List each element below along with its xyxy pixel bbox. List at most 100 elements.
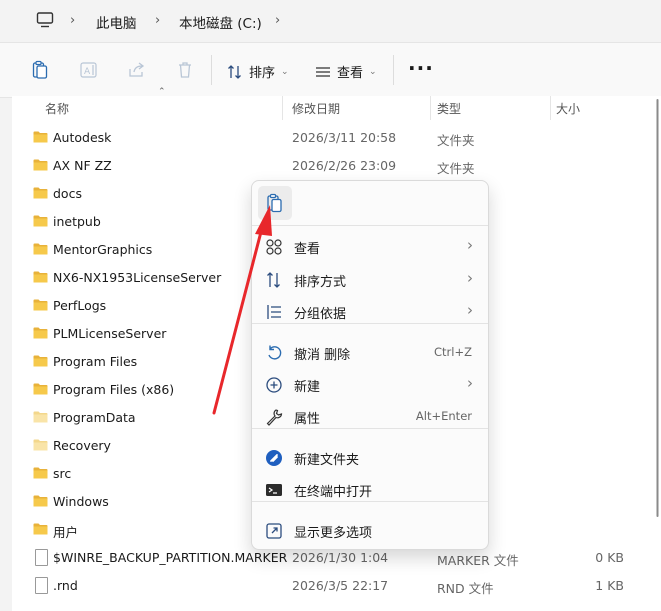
file-name: Program Files (x86): [53, 382, 175, 397]
svg-text:A: A: [84, 67, 91, 77]
column-header-date[interactable]: 修改日期: [292, 100, 340, 117]
new-folder-icon: [265, 449, 283, 467]
column-header-name[interactable]: 名称: [45, 100, 69, 117]
file-name: ProgramData: [53, 410, 136, 425]
share-icon: [129, 62, 145, 77]
folder-icon: [33, 439, 48, 451]
menu-item-label: 新建文件夹: [294, 453, 360, 468]
folder-icon: [33, 187, 48, 199]
folder-icon: [33, 131, 48, 143]
menu-item-shortcut: Alt+Enter: [415, 409, 472, 423]
sort-label: 排序: [249, 66, 276, 81]
file-date: 2026/3/11 20:58: [292, 130, 397, 145]
folder-icon: [33, 159, 48, 171]
file-name: src: [53, 466, 72, 481]
file-name: MentorGraphics: [53, 242, 153, 257]
menu-item-label: 分组依据: [294, 307, 347, 322]
chevron-right-icon: ›: [467, 374, 473, 392]
context-menu-item[interactable]: 新建文件夹: [252, 441, 488, 473]
toolbar-divider: [211, 55, 212, 85]
column-header-type[interactable]: 类型: [437, 100, 461, 117]
folder-icon: [33, 271, 48, 283]
breadcrumb-local-disk[interactable]: 本地磁盘 (C:): [179, 12, 262, 32]
grid-icon: [265, 238, 283, 256]
menu-separator: [252, 225, 488, 226]
file-name: inetpub: [53, 214, 101, 229]
file-name: PerfLogs: [53, 298, 107, 313]
see-more-button[interactable]: ···: [408, 56, 434, 80]
sort-button[interactable]: 排序 ⌄: [227, 62, 289, 81]
file-type: 文件夹: [437, 133, 475, 148]
context-menu-item[interactable]: 新建 ›: [252, 368, 488, 400]
chevron-right-icon[interactable]: ›: [155, 13, 160, 28]
paste-icon: [267, 193, 282, 213]
menu-item-label: 在终端中打开: [294, 485, 373, 500]
folder-icon: [33, 411, 48, 423]
context-menu-item[interactable]: 查看 ›: [252, 230, 488, 262]
folder-icon: [33, 215, 48, 227]
computer-icon[interactable]: [36, 12, 54, 28]
file-size: 1 KB: [595, 578, 624, 593]
menu-item-label: 新建: [294, 380, 321, 395]
column-divider[interactable]: [282, 96, 283, 120]
wrench-icon: [265, 408, 283, 426]
file-name: Program Files: [53, 354, 138, 369]
view-icon: [316, 66, 330, 77]
chevron-right-icon[interactable]: ›: [70, 13, 75, 28]
file-type: MARKER 文件: [437, 553, 519, 568]
menu-item-label: 显示更多选项: [294, 526, 373, 541]
chevron-right-icon: ›: [467, 236, 473, 254]
context-menu-item[interactable]: 撤消 删除 Ctrl+Z: [252, 336, 488, 368]
chevron-right-icon[interactable]: ›: [275, 13, 280, 28]
chevron-down-icon: ⌄: [281, 66, 289, 77]
context-menu-item[interactable]: 显示更多选项: [252, 514, 488, 546]
chevron-right-icon: ›: [467, 301, 473, 319]
file-name: NX6-NX1953LicenseServer: [53, 270, 222, 285]
context-menu-item[interactable]: 排序方式 ›: [252, 263, 488, 295]
file-size: 0 KB: [595, 550, 624, 565]
folder-icon: [33, 523, 48, 535]
menu-separator: [252, 428, 488, 429]
column-divider[interactable]: [430, 96, 431, 120]
file-name: Windows: [53, 494, 109, 509]
sort-icon: [265, 271, 283, 289]
file-type: 文件夹: [437, 161, 475, 176]
sort-ascending-icon: ⌃: [158, 87, 166, 97]
column-header-size[interactable]: 大小: [556, 100, 580, 117]
address-bar: › 此电脑 › 本地磁盘 (C:) ›: [0, 0, 661, 42]
file-name: $WINRE_BACKUP_PARTITION.MARKER: [53, 550, 288, 565]
file-row[interactable]: Autodesk 2026/3/11 20:58 文件夹: [12, 124, 661, 152]
folder-icon: [33, 299, 48, 311]
paste-button[interactable]: [258, 186, 292, 220]
file-date: 2026/3/5 22:17: [292, 578, 389, 593]
file-name: Recovery: [53, 438, 111, 453]
file-row[interactable]: .rnd 2026/3/5 22:17 RND 文件 1 KB: [12, 572, 661, 600]
file-date: 2026/2/26 23:09: [292, 158, 397, 173]
column-divider[interactable]: [550, 96, 551, 120]
context-menu: 查看 › 排序方式 › 分组依据 › 撤消 删除 Ctrl+Z 新建 › 属性 Alt+Enter 新建…: [251, 180, 489, 550]
menu-item-shortcut: Ctrl+Z: [434, 345, 472, 359]
menu-item-label: 属性: [294, 412, 321, 427]
new-icon: [265, 376, 283, 394]
menu-separator: [252, 501, 488, 502]
toolbar-divider: [393, 55, 394, 85]
view-label: 查看: [337, 66, 364, 81]
breadcrumb-this-pc[interactable]: 此电脑: [96, 12, 137, 32]
view-button[interactable]: 查看 ⌄: [315, 62, 377, 81]
file-name: Autodesk: [53, 130, 112, 145]
file-icon: [35, 549, 48, 566]
menu-item-label: 查看: [294, 242, 321, 257]
file-row[interactable]: AX NF ZZ 2026/2/26 23:09 文件夹: [12, 152, 661, 180]
sort-icon: [228, 64, 241, 79]
vertical-scrollbar[interactable]: [656, 98, 659, 518]
folder-icon: [33, 327, 48, 339]
command-bar: A 排序 ⌄ 查看 ⌄ ···: [0, 42, 661, 98]
paste-icon[interactable]: [30, 60, 50, 80]
menu-item-label: 排序方式: [294, 275, 347, 290]
menu-separator: [252, 323, 488, 324]
folder-icon: [33, 495, 48, 507]
group-icon: [265, 303, 283, 321]
file-icon: [35, 577, 48, 594]
folder-icon: [33, 467, 48, 479]
file-date: 2026/1/30 1:04: [292, 550, 389, 565]
